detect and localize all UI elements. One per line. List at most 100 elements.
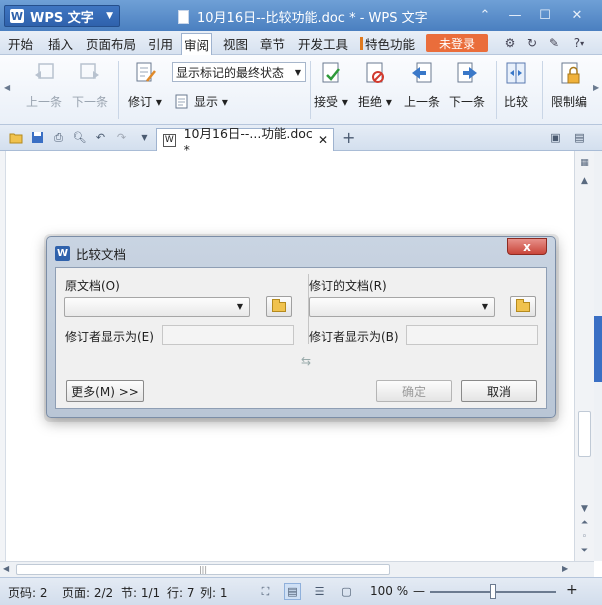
- share-icon[interactable]: ✎: [547, 36, 561, 50]
- prev-comment-label: 上一条: [26, 95, 63, 109]
- zoom-level: 100 %: [370, 584, 409, 598]
- login-button[interactable]: 未登录: [426, 34, 488, 52]
- minimize-icon[interactable]: —: [506, 6, 524, 24]
- zoom-in-button[interactable]: +: [566, 582, 578, 598]
- previous-change-icon: [412, 62, 432, 83]
- reject-button[interactable]: 拒绝 ▾: [358, 61, 392, 110]
- browse-original-button[interactable]: [266, 296, 292, 317]
- scroll-down-icon[interactable]: ▼: [577, 503, 592, 515]
- original-document-label: 原文档(O): [65, 279, 120, 293]
- markup-display-select[interactable]: 显示标记的最终状态 ▼: [172, 62, 306, 82]
- dialog-close-button[interactable]: x: [507, 238, 547, 255]
- previous-page-icon[interactable]: ⏶: [577, 517, 592, 529]
- cancel-button[interactable]: 取消: [461, 380, 537, 402]
- select-browse-object-icon[interactable]: ◦: [577, 531, 592, 543]
- page-view-icon[interactable]: ▤: [284, 583, 301, 600]
- help-icon[interactable]: ? ▾: [568, 36, 590, 50]
- customize-toolbar-icon[interactable]: ▼: [137, 130, 152, 145]
- more-options-button[interactable]: 更多(M) >>: [66, 380, 144, 402]
- print-preview-icon[interactable]: 🔍︎: [72, 130, 87, 145]
- original-reviewer-field[interactable]: [162, 325, 294, 345]
- status-page: 页面: 2/2: [62, 586, 114, 600]
- menu-bar: 开始 插入 页面布局 引用 审阅 视图 章节 开发工具 特色功能 未登录 ⚙ ↻…: [0, 31, 602, 55]
- close-icon[interactable]: ✕: [568, 6, 586, 24]
- swap-documents-icon[interactable]: ⇆: [301, 354, 311, 368]
- close-tab-icon[interactable]: ✕: [318, 133, 328, 147]
- open-folder-icon[interactable]: [8, 130, 23, 145]
- vertical-scrollbar[interactable]: ▦ ▲ ▼ ⏶ ◦ ⏷: [574, 151, 594, 561]
- status-bar: 页码: 2 页面: 2/2 节: 1/1 行: 7 列: 1 ⛶ ▤ ☰ ▢ 1…: [0, 577, 602, 605]
- read-mode-icon[interactable]: ⛶: [257, 583, 274, 600]
- ribbon-separator: [496, 61, 497, 119]
- scroll-up-icon[interactable]: ▲: [577, 175, 592, 187]
- dialog-title-bar: W 比较文档: [55, 244, 126, 263]
- vertical-scroll-thumb[interactable]: [578, 411, 591, 457]
- sync-icon[interactable]: ↻: [525, 36, 539, 50]
- tab-developer[interactable]: 开发工具: [296, 34, 350, 52]
- status-column: 列: 1: [200, 586, 228, 600]
- next-change-button[interactable]: 下一条: [449, 61, 485, 110]
- next-comment-label: 下一条: [72, 95, 109, 109]
- tab-review[interactable]: 审阅: [181, 33, 213, 55]
- title-bar: W WPS 文字 ▼ 10月16日--比较功能.doc * - WPS 文字 ⌃…: [0, 0, 602, 31]
- ribbon-separator: [542, 61, 543, 119]
- document-tab-bar: ⎙ 🔍︎ ↶ ↷ ▼ W 10月16日--...功能.doc * ✕ + ▣ ▤: [0, 125, 602, 157]
- prev-comment-icon: [35, 63, 54, 79]
- tab-sections[interactable]: 章节: [258, 34, 287, 52]
- tab-page-layout[interactable]: 页面布局: [84, 34, 138, 52]
- tab-references[interactable]: 引用: [146, 34, 175, 52]
- app-menu-button[interactable]: W WPS 文字 ▼: [4, 5, 120, 27]
- tab-list-icon[interactable]: ▣: [548, 130, 563, 145]
- zoom-out-button[interactable]: —: [413, 584, 425, 598]
- outline-view-icon[interactable]: ☰: [311, 583, 328, 600]
- previous-change-label: 上一条: [404, 95, 441, 109]
- tab-menu-icon[interactable]: ▤: [572, 130, 587, 145]
- status-row: 行: 7: [167, 586, 195, 600]
- zoom-slider-knob[interactable]: [490, 584, 496, 599]
- scroll-left-icon[interactable]: ◀: [3, 564, 9, 573]
- wps-logo-icon: W: [10, 9, 24, 23]
- save-icon[interactable]: [30, 130, 45, 145]
- collapse-ribbon-icon[interactable]: ⌃: [476, 6, 494, 24]
- original-document-select[interactable]: ▼: [64, 297, 250, 317]
- next-page-icon[interactable]: ⏷: [577, 545, 592, 557]
- revised-reviewer-label: 修订者显示为(B): [309, 330, 399, 344]
- tab-start[interactable]: 开始: [6, 34, 35, 52]
- skin-icon[interactable]: ⚙: [503, 36, 517, 50]
- document-tab[interactable]: W 10月16日--...功能.doc * ✕: [156, 126, 334, 157]
- next-comment-button[interactable]: 下一条: [72, 61, 108, 110]
- undo-icon[interactable]: ↶: [93, 130, 108, 145]
- redo-icon[interactable]: ↷: [114, 130, 129, 145]
- prev-comment-button[interactable]: 上一条: [26, 61, 62, 110]
- ok-button[interactable]: 确定: [376, 380, 452, 402]
- task-pane-toggle[interactable]: [594, 316, 602, 382]
- track-changes-icon: [136, 62, 156, 82]
- chevron-down-icon: ▼: [236, 302, 243, 311]
- tab-special-features[interactable]: 特色功能: [358, 34, 417, 52]
- horizontal-scrollbar[interactable]: ◀ ||| ▶: [0, 561, 594, 577]
- web-view-icon[interactable]: ▢: [338, 583, 355, 600]
- maximize-icon[interactable]: ☐: [536, 6, 554, 24]
- ruler-toggle-icon[interactable]: ▦: [577, 157, 592, 169]
- track-changes-button[interactable]: 修订 ▾: [128, 61, 162, 110]
- accept-label: 接受 ▾: [314, 95, 348, 109]
- browse-revised-button[interactable]: [510, 296, 536, 317]
- scroll-right-icon[interactable]: ▶: [562, 564, 568, 573]
- chevron-down-icon: ▼: [481, 302, 488, 311]
- ribbon-scroll-left-icon[interactable]: ◀: [4, 83, 10, 92]
- restrict-editing-button[interactable]: 限制编: [551, 61, 587, 110]
- tab-insert[interactable]: 插入: [46, 34, 75, 52]
- revised-document-select[interactable]: ▼: [309, 297, 495, 317]
- previous-change-button[interactable]: 上一条: [404, 61, 440, 110]
- accept-button[interactable]: 接受 ▾: [314, 61, 348, 110]
- show-markup-button[interactable]: 显示 ▾: [175, 93, 228, 110]
- print-icon[interactable]: ⎙: [51, 130, 66, 145]
- new-tab-icon[interactable]: +: [342, 128, 355, 147]
- ribbon-scroll-right-icon[interactable]: ▶: [593, 83, 599, 92]
- compare-button[interactable]: 比较: [504, 61, 528, 110]
- tab-view[interactable]: 视图: [221, 34, 250, 52]
- reject-label: 拒绝 ▾: [358, 95, 392, 109]
- horizontal-scroll-thumb[interactable]: |||: [16, 564, 390, 575]
- next-change-label: 下一条: [449, 95, 486, 109]
- revised-reviewer-field[interactable]: [406, 325, 538, 345]
